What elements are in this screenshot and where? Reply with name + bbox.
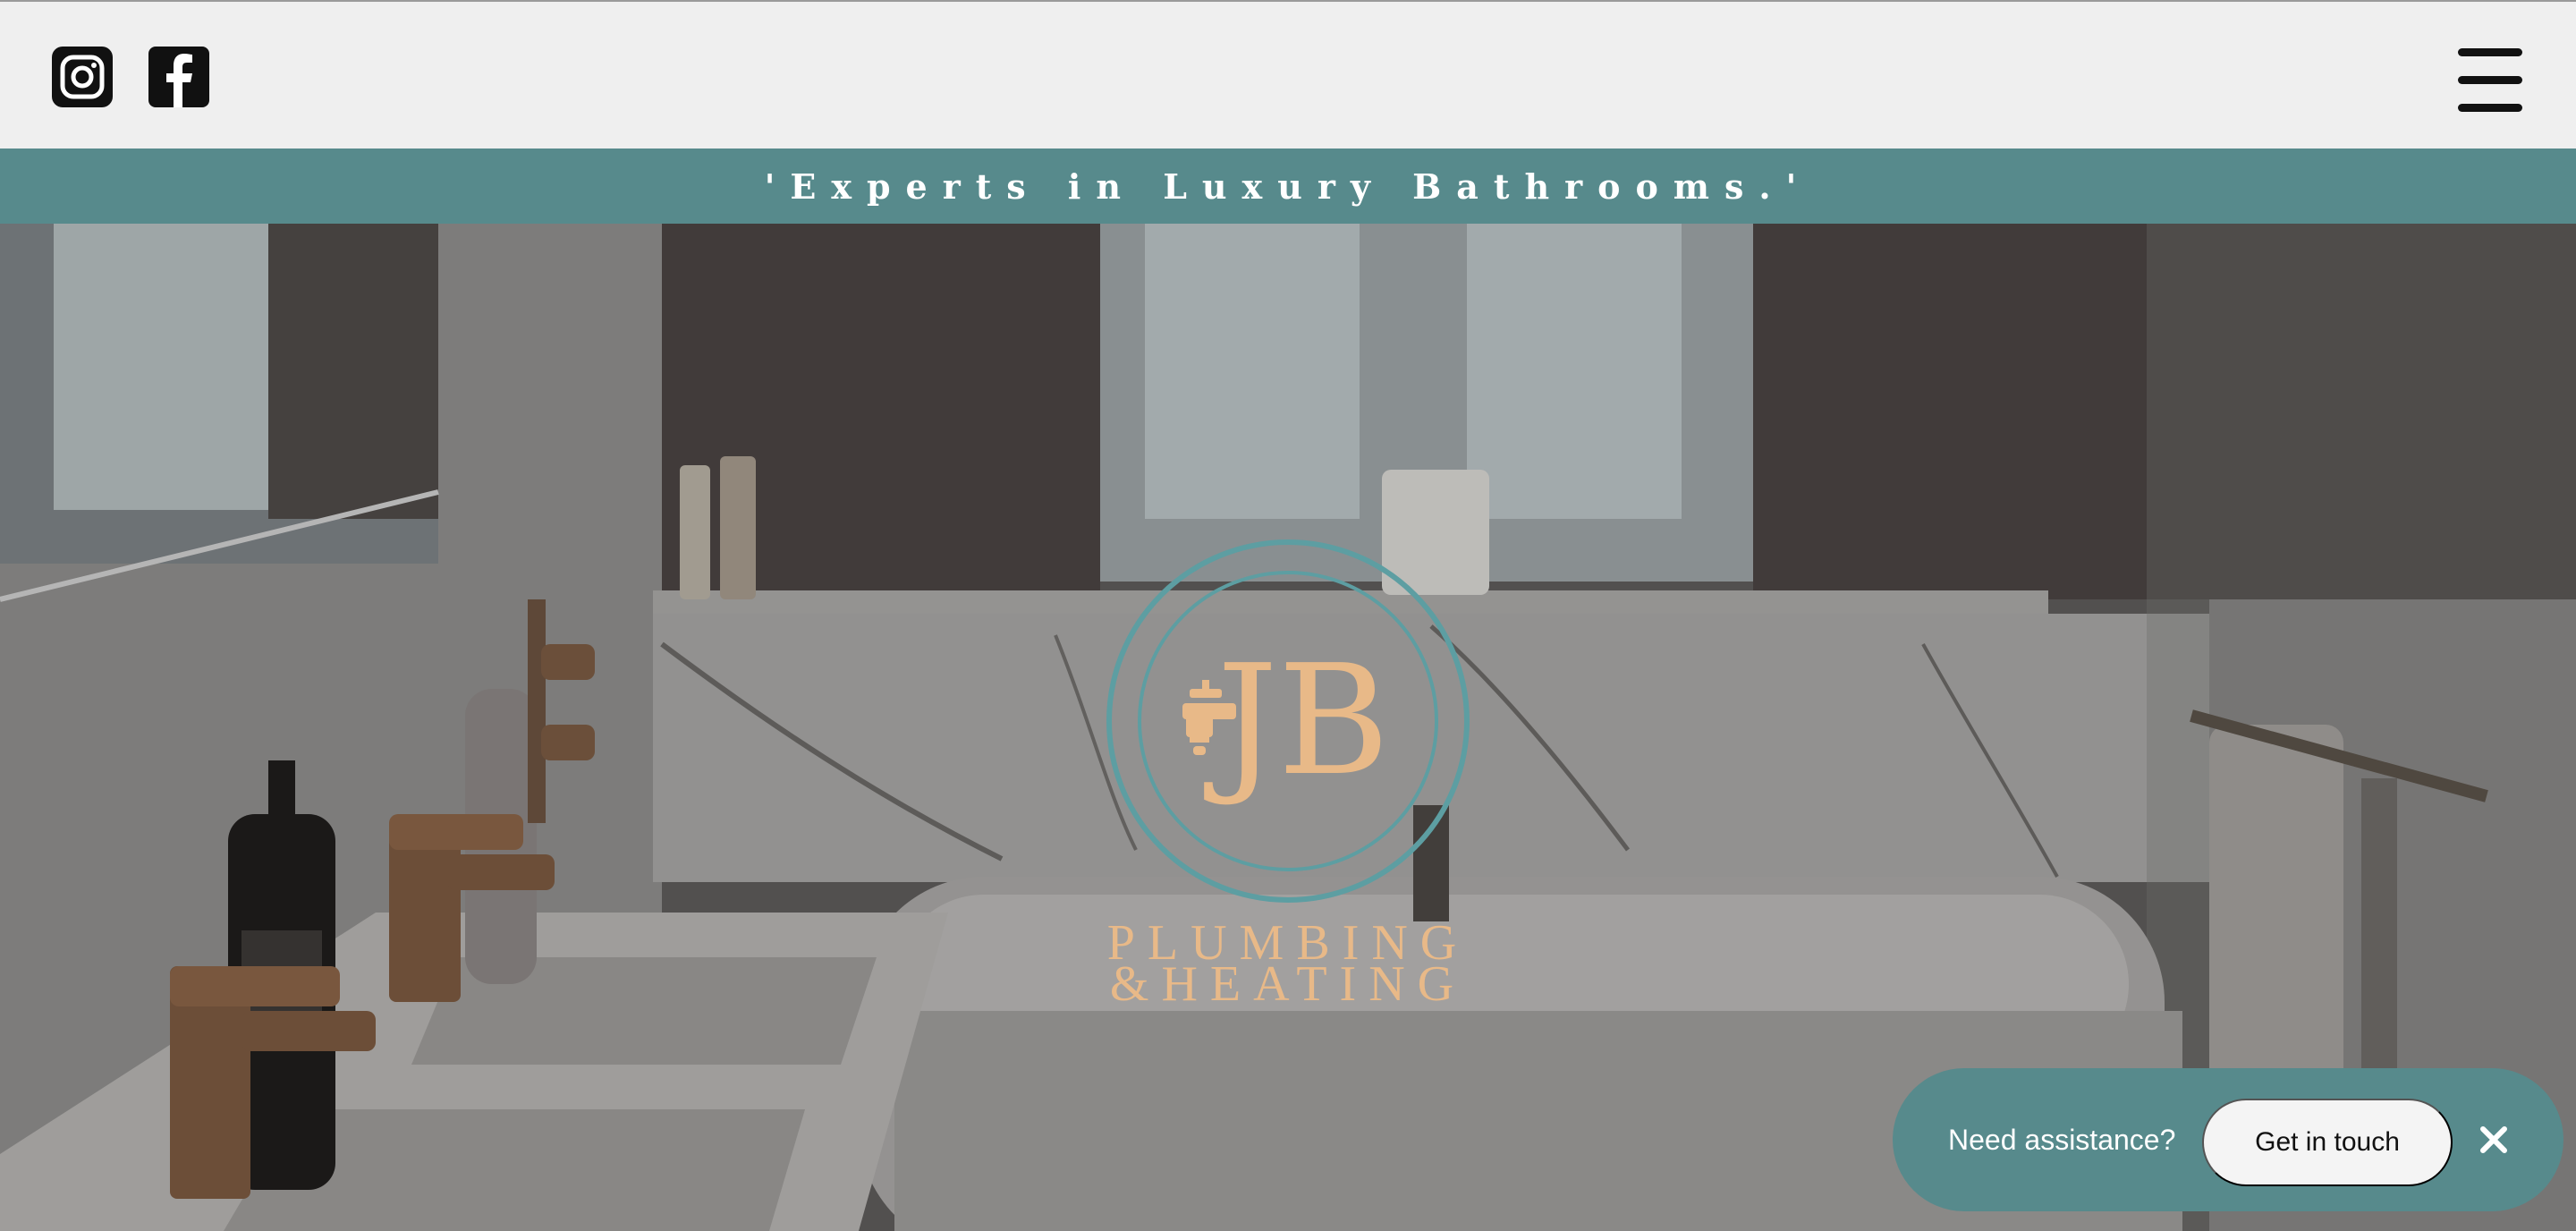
brand-logo: JB PLUMBING &HEATING: [1100, 533, 1476, 1231]
chat-widget: Need assistance? Get in touch: [1893, 1068, 2563, 1211]
close-icon[interactable]: [2476, 1122, 2512, 1158]
logo-heating-text: &HEATING: [1109, 956, 1467, 1012]
social-links: [50, 45, 211, 109]
instagram-icon[interactable]: [50, 45, 114, 109]
get-in-touch-button[interactable]: Get in touch: [2202, 1099, 2453, 1186]
chat-prompt-text: Need assistance?: [1948, 1124, 2176, 1156]
site-header: [0, 0, 2576, 149]
tagline-banner: 'Experts in Luxury Bathrooms.': [0, 149, 2576, 224]
hamburger-menu-icon[interactable]: [2458, 48, 2522, 115]
logo-initials: JB: [1216, 632, 1390, 810]
tagline-text: 'Experts in Luxury Bathrooms.': [764, 166, 1812, 207]
facebook-icon[interactable]: [147, 45, 211, 109]
